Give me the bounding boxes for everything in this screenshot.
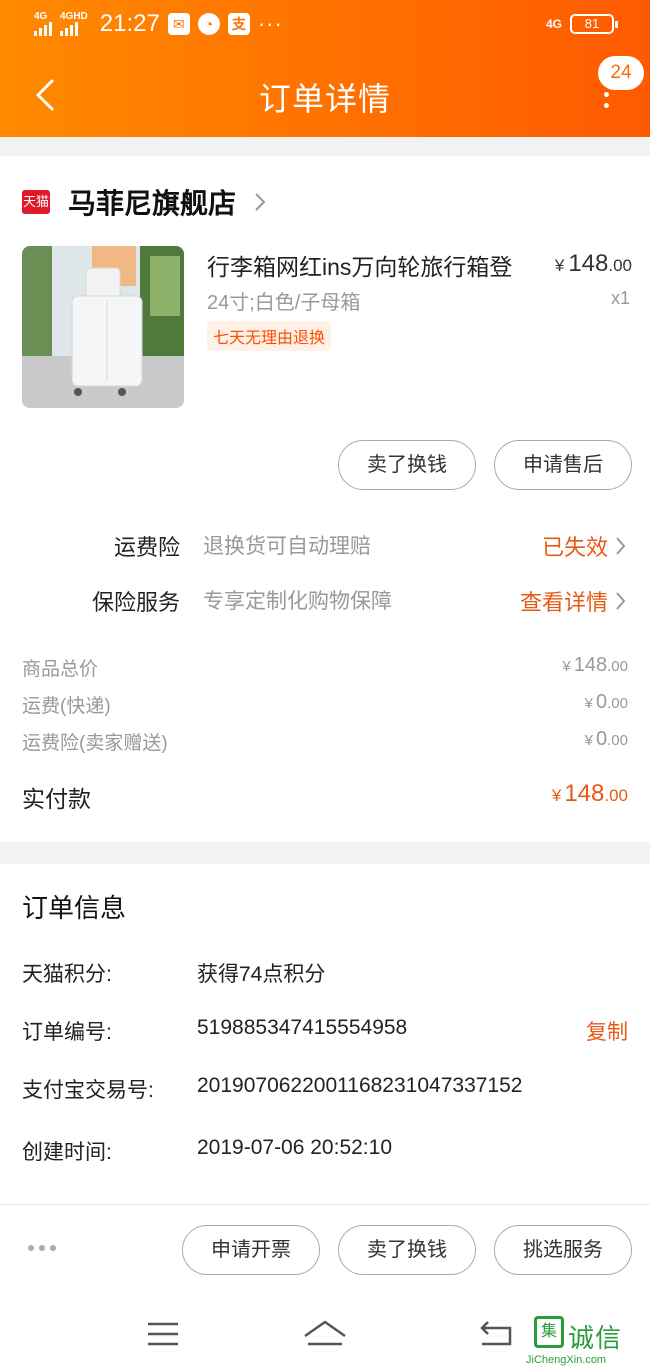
product-sku: 24寸;白色/子母箱 (207, 292, 361, 314)
store-name: 马菲尼旗舰店 (68, 188, 237, 219)
sell-item-button[interactable]: 卖了换钱 (338, 440, 476, 490)
product-quantity: x1 (610, 288, 630, 308)
sell-order-button[interactable]: 卖了换钱 (338, 1225, 476, 1275)
insurance-desc: 专享定制化购物保障 (203, 590, 392, 613)
watermark-logo: 集 (534, 1316, 564, 1348)
status-bar: 4G 4GHD 21:27 ✉ ◔ 支 ··· 4G 81 (0, 0, 650, 52)
chevron-right-icon (616, 537, 626, 555)
taobao-notification-icon: 支 (227, 13, 250, 35)
copy-order-number-button[interactable]: 复制 (586, 1016, 628, 1046)
chevron-right-icon (616, 592, 626, 610)
tmall-logo-icon: 天猫 (22, 190, 50, 214)
bottom-action-bar: 申请开票 卖了换钱 挑选服务 (0, 1204, 650, 1296)
fee-row-shipping-insurance: 运费险(卖家赠送) ¥0.00 (22, 728, 628, 754)
insurance-label: 运费险 (113, 535, 180, 560)
info-row-created-time: 创建时间: 2019-07-06 20:52:10 (22, 1136, 392, 1164)
back-nav-icon[interactable] (478, 1314, 514, 1354)
paid-total-row: 实付款 ¥148.00 (22, 780, 628, 816)
watermark-text: 诚信 (568, 1323, 623, 1353)
return-policy-tag: 七天无理由退换 (207, 321, 332, 351)
shipping-insurance-row[interactable]: 运费险 退换货可自动理赔 已失效 (0, 530, 650, 564)
status-time: 21:27 (99, 10, 160, 37)
insurance-label: 保险服务 (91, 590, 180, 615)
insurance-details-link[interactable]: 查看详情 (520, 585, 608, 617)
mail-icon: ✉ (167, 13, 190, 35)
insurance-desc: 退换货可自动理赔 (203, 535, 371, 558)
more-menu-button[interactable]: 24 (598, 56, 644, 112)
choose-services-button[interactable]: 挑选服务 (494, 1225, 632, 1275)
after-sale-button[interactable]: 申请售后 (494, 440, 632, 490)
more-dots-icon (604, 92, 610, 114)
page-title: 订单详情 (258, 81, 391, 117)
sim2-signal-icon: 4GHD (60, 12, 88, 36)
message-count-badge: 24 (598, 56, 644, 90)
order-item-card: 天猫 马菲尼旗舰店 行李箱网红ins万向轮旅行箱登 24寸;白色/子母箱 七天无… (0, 156, 650, 842)
product-price: ¥148.00 (554, 250, 632, 277)
insurance-service-row[interactable]: 保险服务 专享定制化购物保障 查看详情 (0, 585, 650, 619)
network-4g-icon: 4G (545, 17, 562, 31)
invoice-button[interactable]: 申请开票 (182, 1225, 320, 1275)
info-row-alipay-trade-number: 支付宝交易号: 2019070622001168231047337152 (22, 1074, 523, 1102)
order-info-card: 订单信息 天猫积分: 获得74点积分 订单编号: 519885347415554… (0, 864, 650, 1204)
home-icon[interactable] (302, 1314, 348, 1354)
store-link[interactable]: 天猫 马菲尼旗舰店 (22, 182, 266, 222)
app-notification-icon: ◔ (197, 13, 220, 35)
menu-icon[interactable] (145, 1314, 181, 1354)
paid-amount: ¥148.00 (551, 780, 628, 807)
battery-level: 81 (584, 16, 600, 31)
site-watermark: 集 诚信 JiChengXin.com (512, 1316, 648, 1370)
product-title[interactable]: 行李箱网红ins万向轮旅行箱登 (207, 248, 527, 282)
insurance-status: 已失效 (541, 535, 608, 560)
info-row-points: 天猫积分: 获得74点积分 (22, 963, 326, 986)
info-row-order-number: 订单编号: 519885347415554958 复制 (22, 1016, 628, 1046)
sim1-signal-icon: 4G (34, 12, 52, 36)
chevron-right-icon (255, 193, 266, 211)
more-notifications-icon: ··· (257, 11, 283, 36)
more-actions-icon[interactable] (28, 1245, 56, 1251)
product-thumbnail[interactable] (22, 246, 184, 408)
fee-row-shipping: 运费(快递) ¥0.00 (22, 691, 628, 717)
watermark-url: JiChengXin.com (526, 1354, 607, 1366)
fee-row-subtotal: 商品总价 ¥148.00 (22, 654, 628, 680)
order-info-title: 订单信息 (22, 893, 127, 923)
battery-icon: 81 (570, 14, 618, 34)
paid-label: 实付款 (22, 786, 91, 812)
app-header: 4G 4GHD 21:27 ✉ ◔ 支 ··· 4G 81 订单详情 24 (0, 0, 650, 137)
